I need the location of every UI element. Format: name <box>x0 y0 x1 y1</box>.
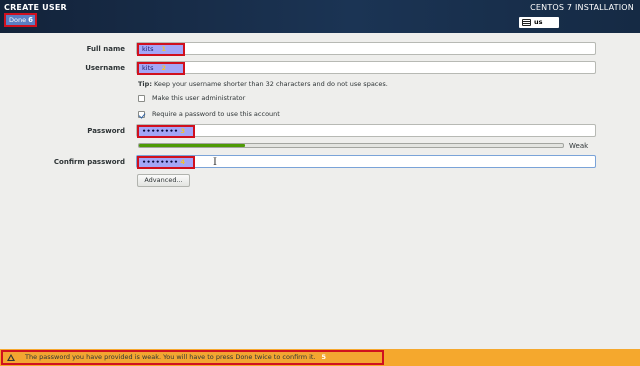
username-input[interactable]: kits 2 <box>137 62 185 75</box>
page-title: CREATE USER <box>4 3 67 12</box>
keyboard-layout-indicator[interactable]: us <box>519 17 559 28</box>
confirm-password-value: •••••••• <box>142 158 179 166</box>
text-cursor-icon: I <box>213 157 217 168</box>
confirm-password-label: Confirm password <box>53 158 125 166</box>
username-field[interactable]: kits 2 <box>136 61 596 75</box>
password-strength-bar <box>138 143 564 148</box>
done-button-label: Done <box>9 16 27 24</box>
admin-checkbox[interactable] <box>138 95 145 102</box>
warning-bar: The password you have provided is weak. … <box>0 349 640 366</box>
full-name-value: kits <box>142 45 154 53</box>
admin-checkbox-label: Make this user administrator <box>152 94 246 102</box>
password-input[interactable]: •••••••• 3 <box>137 125 195 138</box>
done-button[interactable]: Done 6 <box>4 13 37 27</box>
full-name-input[interactable]: kits 1 <box>137 43 185 56</box>
password-marker: 3 <box>180 127 186 135</box>
keyboard-icon <box>522 19 531 26</box>
confirm-password-marker: 4 <box>180 158 186 166</box>
installer-title: CENTOS 7 INSTALLATION <box>530 3 634 12</box>
password-value: •••••••• <box>142 127 179 135</box>
done-marker: 6 <box>28 16 33 24</box>
password-strength-label: Weak <box>569 142 589 150</box>
warning-marker: 5 <box>321 353 327 361</box>
header-bar: CREATE USER Done 6 CENTOS 7 INSTALLATION … <box>0 0 640 33</box>
full-name-marker: 1 <box>161 45 167 53</box>
keyboard-layout-label: us <box>534 18 543 26</box>
require-password-checkbox[interactable] <box>138 111 145 118</box>
username-value: kits <box>142 64 154 72</box>
confirm-password-field[interactable]: •••••••• 4 <box>136 155 596 169</box>
password-strength-fill <box>139 144 245 147</box>
tip-text: Keep your username shorter than 32 chara… <box>151 80 388 88</box>
password-field[interactable]: •••••••• 3 <box>136 124 596 138</box>
full-name-field[interactable]: kits 1 <box>136 42 596 56</box>
confirm-password-input[interactable]: •••••••• 4 <box>137 156 195 169</box>
warning-message-box: The password you have provided is weak. … <box>1 350 384 365</box>
password-label: Password <box>87 127 125 135</box>
username-label: Username <box>85 64 125 72</box>
warning-icon <box>7 354 15 361</box>
tip-prefix: Tip: <box>138 80 152 88</box>
full-name-label: Full name <box>86 45 125 53</box>
require-password-label: Require a password to use this account <box>152 110 280 118</box>
warning-message: The password you have provided is weak. … <box>25 353 326 362</box>
warning-text: The password you have provided is weak. … <box>25 353 316 361</box>
username-marker: 2 <box>161 64 167 72</box>
username-tip: Tip: Keep your username shorter than 32 … <box>138 80 388 88</box>
advanced-button[interactable]: Advanced... <box>137 174 190 187</box>
